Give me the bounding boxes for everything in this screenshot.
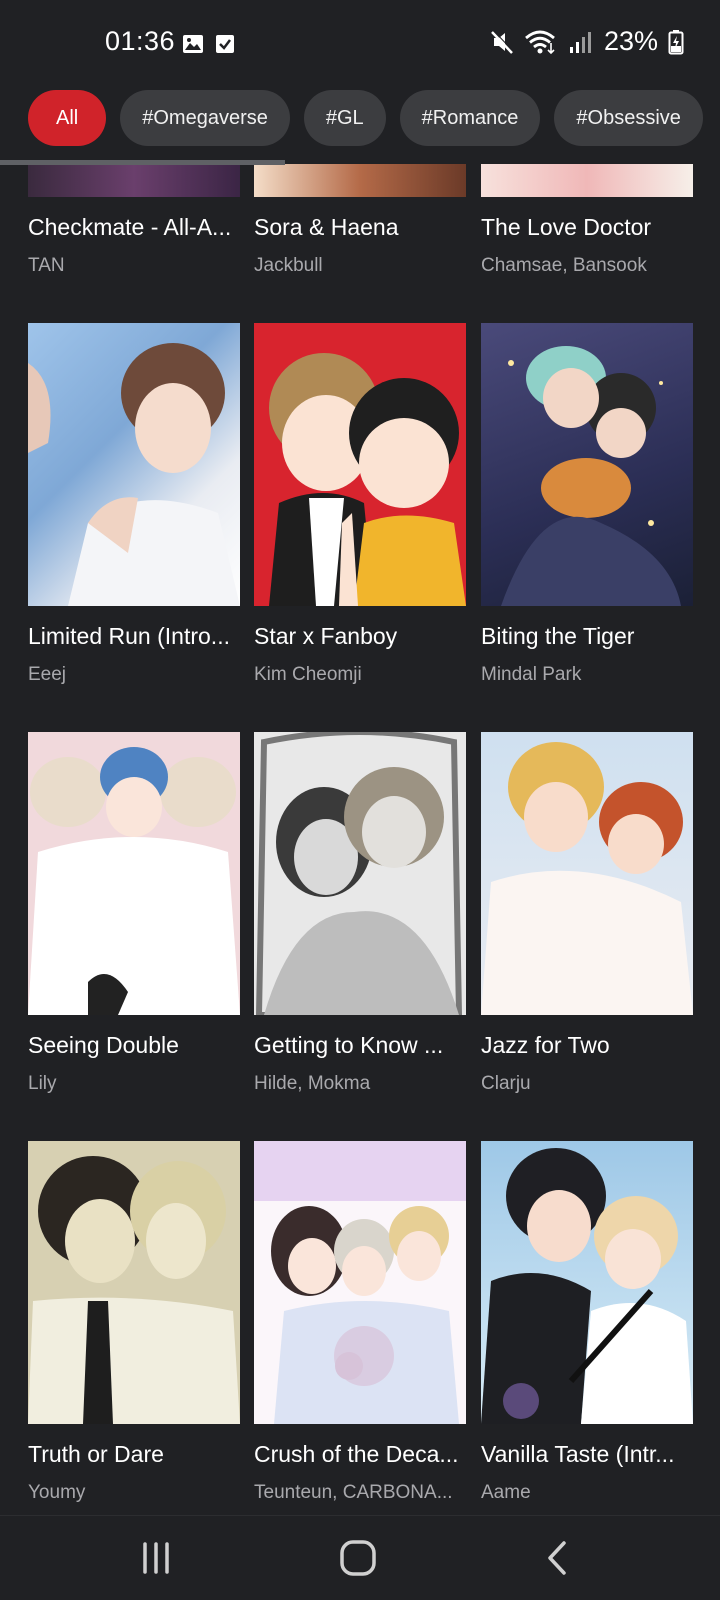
status-time: 01:36 xyxy=(105,26,176,56)
cover-seeing-double[interactable] xyxy=(28,732,240,1015)
comic-title[interactable]: Seeing Double xyxy=(28,1032,248,1059)
cover-getting-to-know[interactable] xyxy=(254,732,466,1015)
chip-obsessive[interactable]: #Obsessive xyxy=(554,90,703,146)
recent-apps-icon[interactable] xyxy=(132,1536,180,1580)
battery-icon xyxy=(668,29,684,54)
status-right: 23% xyxy=(490,26,684,57)
back-icon[interactable] xyxy=(534,1536,582,1580)
cover-truth-or-dare[interactable] xyxy=(28,1141,240,1424)
comic-title[interactable]: The Love Doctor xyxy=(481,214,701,241)
chips-scroll-indicator xyxy=(0,160,285,165)
comic-author: Eeej xyxy=(28,664,67,685)
chip-romance[interactable]: #Romance xyxy=(399,90,541,146)
home-icon[interactable] xyxy=(334,1536,382,1580)
comic-title[interactable]: Checkmate - All-A... xyxy=(28,214,248,241)
comic-author: Lily xyxy=(28,1073,57,1094)
comic-author: Aame xyxy=(481,1482,531,1503)
cover-limited-run[interactable] xyxy=(28,323,240,606)
filter-bar: All #Omegaverse #GL #Romance #Obsessive xyxy=(0,68,720,165)
cover-jazz-for-two[interactable] xyxy=(481,732,693,1015)
comic-title[interactable]: Vanilla Taste (Intr... xyxy=(481,1441,701,1468)
chip-all[interactable]: All xyxy=(28,90,107,146)
cover-checkmate[interactable] xyxy=(28,164,240,197)
cover-star-fanboy[interactable] xyxy=(254,323,466,606)
mute-icon xyxy=(491,29,514,54)
comic-author: Kim Cheomji xyxy=(254,664,362,685)
comic-title[interactable]: Star x Fanboy xyxy=(254,623,474,650)
comic-author: Hilde, Mokma xyxy=(254,1073,371,1094)
comic-author: Youmy xyxy=(28,1482,86,1503)
cover-vanilla-taste[interactable] xyxy=(481,1141,693,1424)
battery-percent: 23% xyxy=(603,26,658,56)
comic-title[interactable]: Sora & Haena xyxy=(254,214,474,241)
comic-title[interactable]: Crush of the Deca... xyxy=(254,1441,474,1468)
comic-title[interactable]: Getting to Know ... xyxy=(254,1032,474,1059)
checkbox-icon xyxy=(216,35,234,53)
image-icon xyxy=(183,35,203,53)
chip-gl[interactable]: #GL xyxy=(303,90,386,146)
comic-author: Mindal Park xyxy=(481,664,582,685)
comic-author: Chamsae, Bansook xyxy=(481,255,647,276)
comic-author: Jackbull xyxy=(254,255,323,276)
comic-title[interactable]: Biting the Tiger xyxy=(481,623,701,650)
status-bar: 01:36 23% xyxy=(0,0,720,68)
system-nav-bar xyxy=(0,1515,720,1600)
cover-crush-of-decade[interactable] xyxy=(254,1141,466,1424)
cover-biting-tiger[interactable] xyxy=(481,323,693,606)
cover-sora-haena[interactable] xyxy=(254,164,466,197)
comic-title[interactable]: Truth or Dare xyxy=(28,1441,248,1468)
comic-title[interactable]: Limited Run (Intro... xyxy=(28,623,248,650)
screen: 01:36 23% All #Omegaverse #GL #Romance #… xyxy=(0,0,720,1600)
signal-icon xyxy=(569,31,591,53)
comic-title[interactable]: Jazz for Two xyxy=(481,1032,701,1059)
comic-author: Teunteun, CARBONA... xyxy=(254,1482,453,1503)
filter-chips: All #Omegaverse #GL #Romance #Obsessive xyxy=(28,90,703,146)
comic-author: TAN xyxy=(28,255,65,276)
chip-omegaverse[interactable]: #Omegaverse xyxy=(120,90,290,146)
comic-author: Clarju xyxy=(481,1073,531,1094)
cover-love-doctor[interactable] xyxy=(481,164,693,197)
wifi-icon xyxy=(525,30,555,54)
